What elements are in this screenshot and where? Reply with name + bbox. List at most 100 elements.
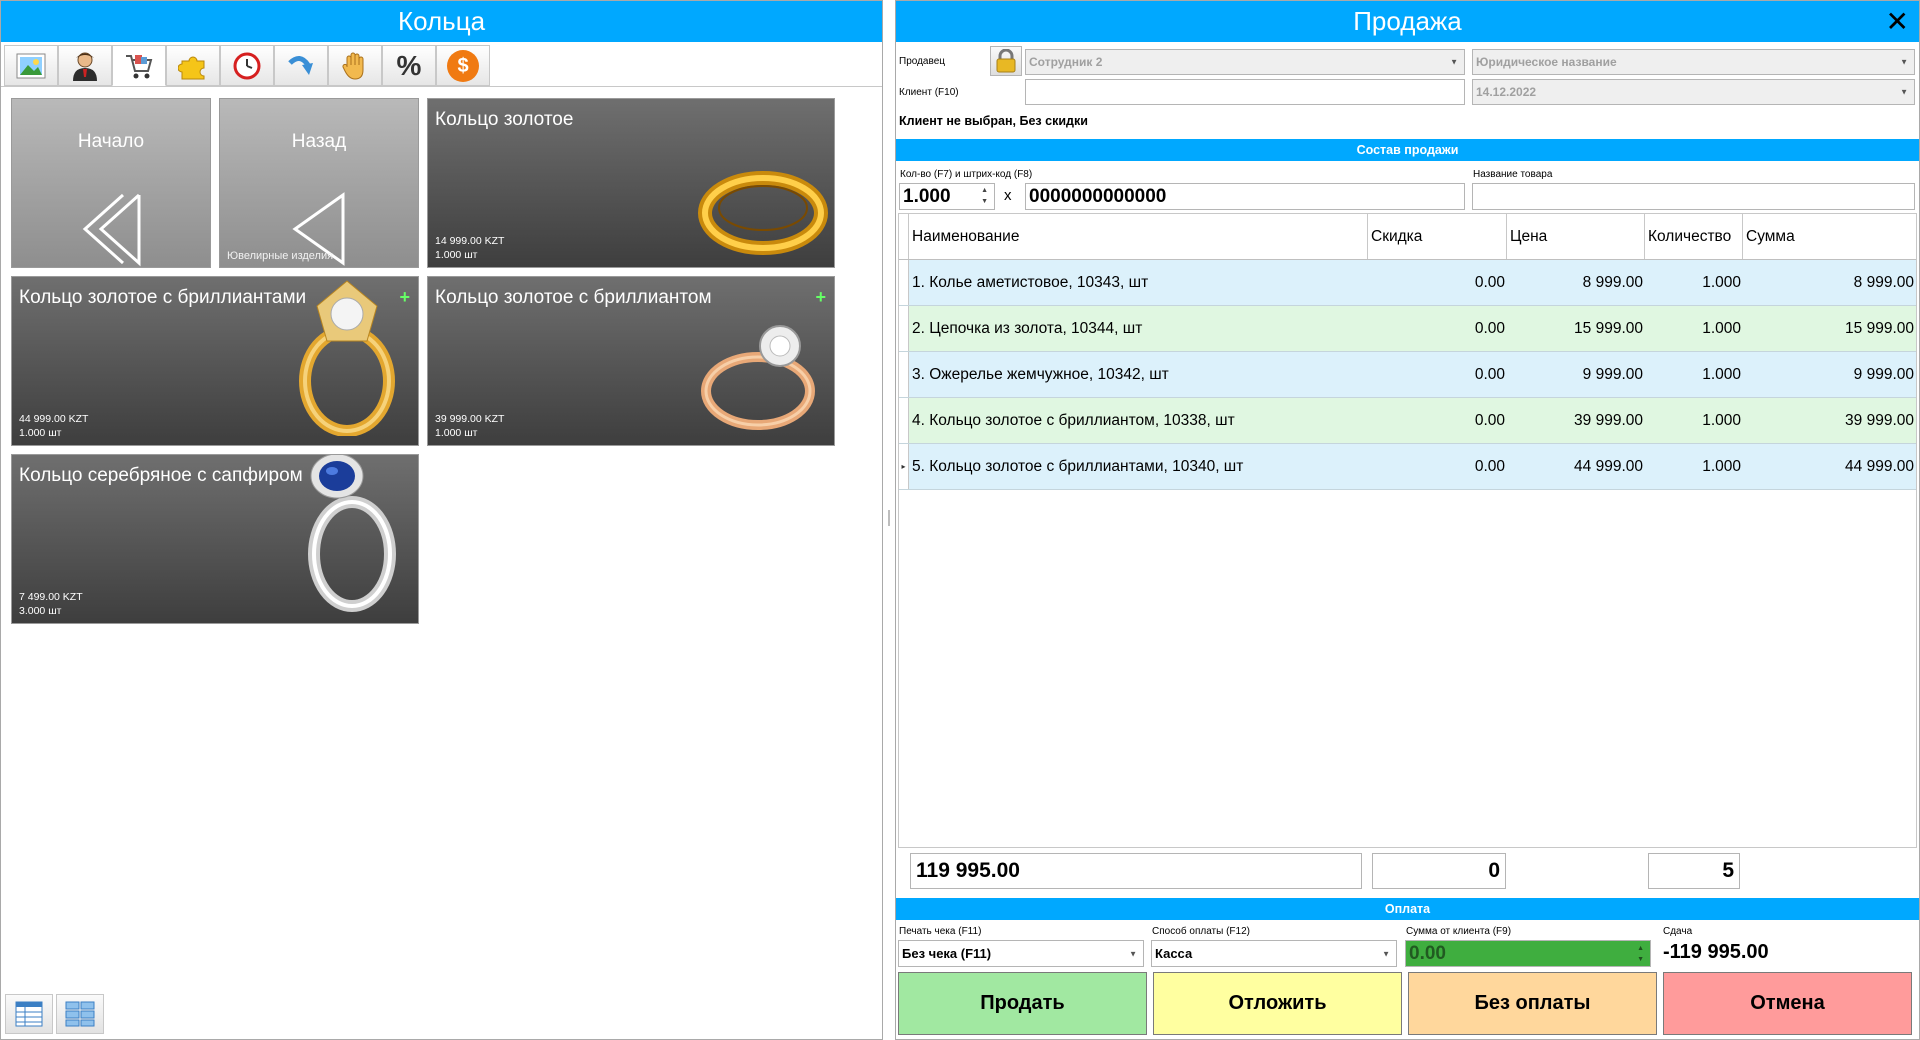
cell-price: 9 999.00 [1582, 366, 1643, 383]
home-tile[interactable]: Начало [11, 98, 211, 268]
hand-icon[interactable] [328, 45, 382, 86]
column-header-discount[interactable]: Скидка [1368, 214, 1507, 259]
client-amount-label: Сумма от клиента (F9) [1406, 926, 1512, 937]
product-tiles: Начало Назад Ювелирные изделия Кольцо зо… [1, 86, 882, 1039]
category-title: Кольца [1, 1, 882, 42]
close-icon[interactable]: ✕ [1886, 1, 1909, 42]
cart-icon[interactable] [112, 45, 166, 86]
product-name: Кольцо золотое с бриллиантом [435, 287, 712, 308]
rose-gold-diamond-ring-image [698, 306, 828, 441]
legal-name-value: Юридическое название [1476, 55, 1617, 69]
cell-discount: 0.00 [1474, 366, 1505, 383]
chevron-down-icon: ▼ [1900, 57, 1908, 67]
table-row[interactable]: 2. Цепочка из золота, 10344, шт 0.00 15 … [899, 306, 1916, 352]
chevron-down-icon: ▼ [1129, 949, 1137, 958]
payment-method-label: Способ оплаты (F12) [1152, 926, 1250, 937]
user-icon[interactable] [58, 45, 112, 86]
cell-price: 15 999.00 [1574, 320, 1643, 337]
cell-discount: 0.00 [1474, 320, 1505, 337]
payment-method-value: Касса [1155, 946, 1193, 961]
client-amount-value: 0.00 [1409, 942, 1446, 964]
column-header-quantity[interactable]: Количество [1645, 214, 1743, 259]
cancel-button[interactable]: Отмена [1663, 972, 1912, 1035]
payment-section-header: Оплата [896, 898, 1919, 920]
receipt-print-select[interactable]: Без чека (F11) ▼ [898, 940, 1144, 967]
product-stock: 3.000 шт [19, 605, 62, 617]
postpone-button[interactable]: Отложить [1153, 972, 1402, 1035]
product-stock: 1.000 шт [19, 427, 62, 439]
client-input[interactable] [1025, 79, 1465, 105]
legal-name-select: Юридическое название ▼ [1472, 49, 1915, 75]
table-row[interactable]: 3. Ожерелье жемчужное, 10342, шт 0.00 9 … [899, 352, 1916, 398]
seller-value: Сотрудник 2 [1029, 55, 1103, 69]
has-variants-plus-icon: + [815, 287, 826, 307]
product-tile[interactable]: Кольцо серебряное с сапфиром 7 499.00 KZ… [11, 454, 419, 624]
table-view-icon[interactable] [5, 994, 53, 1034]
dollar-coin-icon[interactable]: $ [436, 45, 490, 86]
product-tile[interactable]: Кольцо золотое 14 999.00 KZT 1.000 шт [427, 98, 835, 268]
double-left-arrow-icon [73, 191, 149, 267]
picture-icon[interactable] [4, 45, 58, 86]
receipt-print-value: Без чека (F11) [902, 946, 992, 961]
column-header-sum[interactable]: Сумма [1743, 214, 1916, 259]
clock-icon[interactable] [220, 45, 274, 86]
column-header-name[interactable]: Наименование [909, 214, 1368, 259]
product-stock: 1.000 шт [435, 427, 478, 439]
chevron-down-icon: ▼ [1382, 949, 1390, 958]
product-stock: 1.000 шт [435, 249, 478, 261]
change-label: Сдача [1663, 926, 1693, 937]
spin-arrows-icon[interactable]: ▲ ▼ [1637, 943, 1644, 965]
puzzle-icon[interactable] [166, 45, 220, 86]
tile-view-icon[interactable] [56, 994, 104, 1034]
cell-quantity: 1.000 [1702, 458, 1741, 475]
cell-quantity: 1.000 [1702, 366, 1741, 383]
panel-splitter[interactable] [888, 510, 890, 526]
cell-price: 8 999.00 [1582, 274, 1643, 291]
row-indicator [899, 398, 909, 443]
client-amount-input[interactable]: 0.00 ▲ ▼ [1405, 940, 1651, 967]
cell-sum: 9 999.00 [1853, 366, 1914, 383]
qty-stepper[interactable]: 1.000 ▲ ▼ [899, 183, 995, 210]
product-tile[interactable]: Кольцо золотое с бриллиантами + 44 999.0… [11, 276, 419, 446]
product-price: 14 999.00 KZT [435, 235, 505, 247]
sale-title-bar: Продажа ✕ [896, 1, 1919, 42]
product-tile[interactable]: Кольцо золотое с бриллиантом + 39 999.00… [427, 276, 835, 446]
no-payment-button[interactable]: Без оплаты [1408, 972, 1657, 1035]
product-name-input[interactable] [1472, 183, 1915, 210]
table-header: Наименование Скидка Цена Количество Сумм… [899, 214, 1916, 260]
spin-arrows-icon[interactable]: ▲ ▼ [981, 185, 988, 207]
cell-sum: 39 999.00 [1845, 412, 1914, 429]
product-name: Кольцо золотое с бриллиантами [19, 287, 307, 308]
cell-discount: 0.00 [1474, 458, 1505, 475]
payment-method-select[interactable]: Касса ▼ [1151, 940, 1397, 967]
barcode-input[interactable]: 0000000000000 [1025, 183, 1465, 210]
product-name: Кольцо золотое [435, 109, 574, 130]
table-row[interactable]: ▸ 5. Кольцо золотое с бриллиантами, 1034… [899, 444, 1916, 490]
cell-quantity: 1.000 [1702, 274, 1741, 291]
lock-icon[interactable] [990, 46, 1022, 76]
cell-name: 4. Кольцо золотое с бриллиантом, 10338, … [912, 412, 1235, 429]
redo-arrow-icon[interactable] [274, 45, 328, 86]
client-label: Клиент (F10) [899, 87, 959, 98]
table-row[interactable]: 4. Кольцо золотое с бриллиантом, 10338, … [899, 398, 1916, 444]
column-header-price[interactable]: Цена [1507, 214, 1645, 259]
products-panel: Кольца % $ Начало Назад Ювелирные издели… [0, 0, 883, 1040]
cell-discount: 0.00 [1474, 412, 1505, 429]
times-sign: x [1004, 187, 1012, 204]
current-row-indicator: ▸ [899, 444, 909, 489]
total-sum: 119 995.00 [910, 853, 1362, 889]
gold-band-ring-image [698, 158, 828, 263]
qty-barcode-label: Кол-во (F7) и штрих-код (F8) [900, 169, 1033, 180]
back-tile[interactable]: Назад Ювелирные изделия [219, 98, 419, 268]
product-price: 44 999.00 KZT [19, 413, 89, 425]
row-indicator [899, 352, 909, 397]
percent-icon[interactable]: % [382, 45, 436, 86]
cell-price: 44 999.00 [1574, 458, 1643, 475]
sale-panel: Продажа ✕ Продавец Сотрудник 2 ▼ Юридиче… [895, 0, 1920, 1040]
client-status: Клиент не выбран, Без скидки [899, 114, 1088, 128]
table-row[interactable]: 1. Колье аметистовое, 10343, шт 0.00 8 9… [899, 260, 1916, 306]
seller-label: Продавец [899, 56, 945, 67]
sell-button[interactable]: Продать [898, 972, 1147, 1035]
cell-sum: 44 999.00 [1845, 458, 1914, 475]
row-indicator [899, 260, 909, 305]
